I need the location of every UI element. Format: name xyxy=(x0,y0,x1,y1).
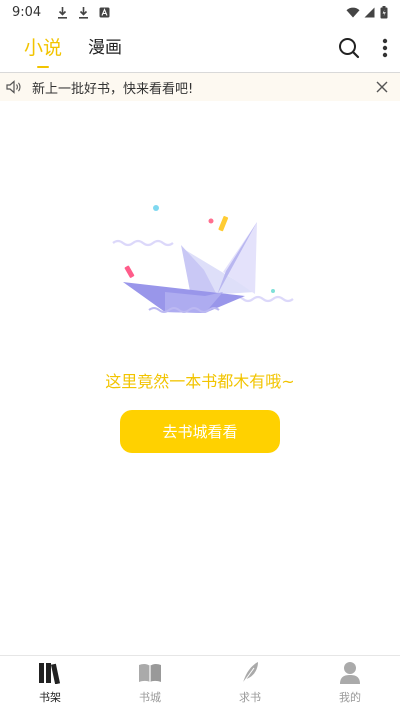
bottom-nav: 书架 书城 求书 我的 xyxy=(0,655,400,710)
more-vertical-icon[interactable] xyxy=(382,38,388,58)
tab-novel-label: 小说 xyxy=(24,36,63,59)
nav-item-request-book[interactable]: 求书 xyxy=(200,656,300,710)
status-time: 9:04 xyxy=(12,4,42,20)
download-icon xyxy=(56,5,68,19)
status-bar: 9:04 xyxy=(0,0,400,24)
app-screen: 9:04 小说 漫画 新上一批好书，快来看看吧! 这里竟然一本书都木有哦~ 去书… xyxy=(0,0,400,710)
tab-comic-label: 漫画 xyxy=(88,37,123,58)
download-icon xyxy=(77,5,89,19)
nav-label-request-book: 求书 xyxy=(239,691,261,704)
nav-label-profile: 我的 xyxy=(339,691,361,704)
close-icon[interactable] xyxy=(376,81,388,93)
bookshelf-icon xyxy=(37,661,63,685)
active-tab-indicator xyxy=(37,65,49,68)
nav-label-bookstore: 书城 xyxy=(139,691,161,704)
battery-icon xyxy=(378,5,390,19)
search-icon[interactable] xyxy=(338,37,360,59)
app-notification-icon xyxy=(98,5,110,19)
go-to-bookstore-button[interactable]: 去书城看看 xyxy=(120,410,280,453)
user-icon xyxy=(337,661,363,685)
top-tab-bar: 小说 漫画 xyxy=(0,24,400,71)
nav-label-bookshelf: 书架 xyxy=(39,691,61,704)
speaker-icon xyxy=(6,80,22,94)
nav-item-profile[interactable]: 我的 xyxy=(300,656,400,710)
feather-icon xyxy=(237,661,263,685)
wifi-icon xyxy=(345,5,360,19)
paper-boat-illustration xyxy=(112,205,294,313)
tab-novel[interactable]: 小说 xyxy=(24,36,63,68)
nav-item-bookshelf[interactable]: 书架 xyxy=(0,656,100,710)
signal-icon xyxy=(363,5,375,19)
open-book-icon xyxy=(137,661,163,685)
notice-text: 新上一批好书，快来看看吧! xyxy=(32,81,194,97)
notice-bar[interactable]: 新上一批好书，快来看看吧! xyxy=(0,72,400,101)
nav-item-bookstore[interactable]: 书城 xyxy=(100,656,200,710)
empty-state-message: 这里竟然一本书都木有哦~ xyxy=(105,372,295,391)
tab-comic[interactable]: 漫画 xyxy=(88,37,122,59)
